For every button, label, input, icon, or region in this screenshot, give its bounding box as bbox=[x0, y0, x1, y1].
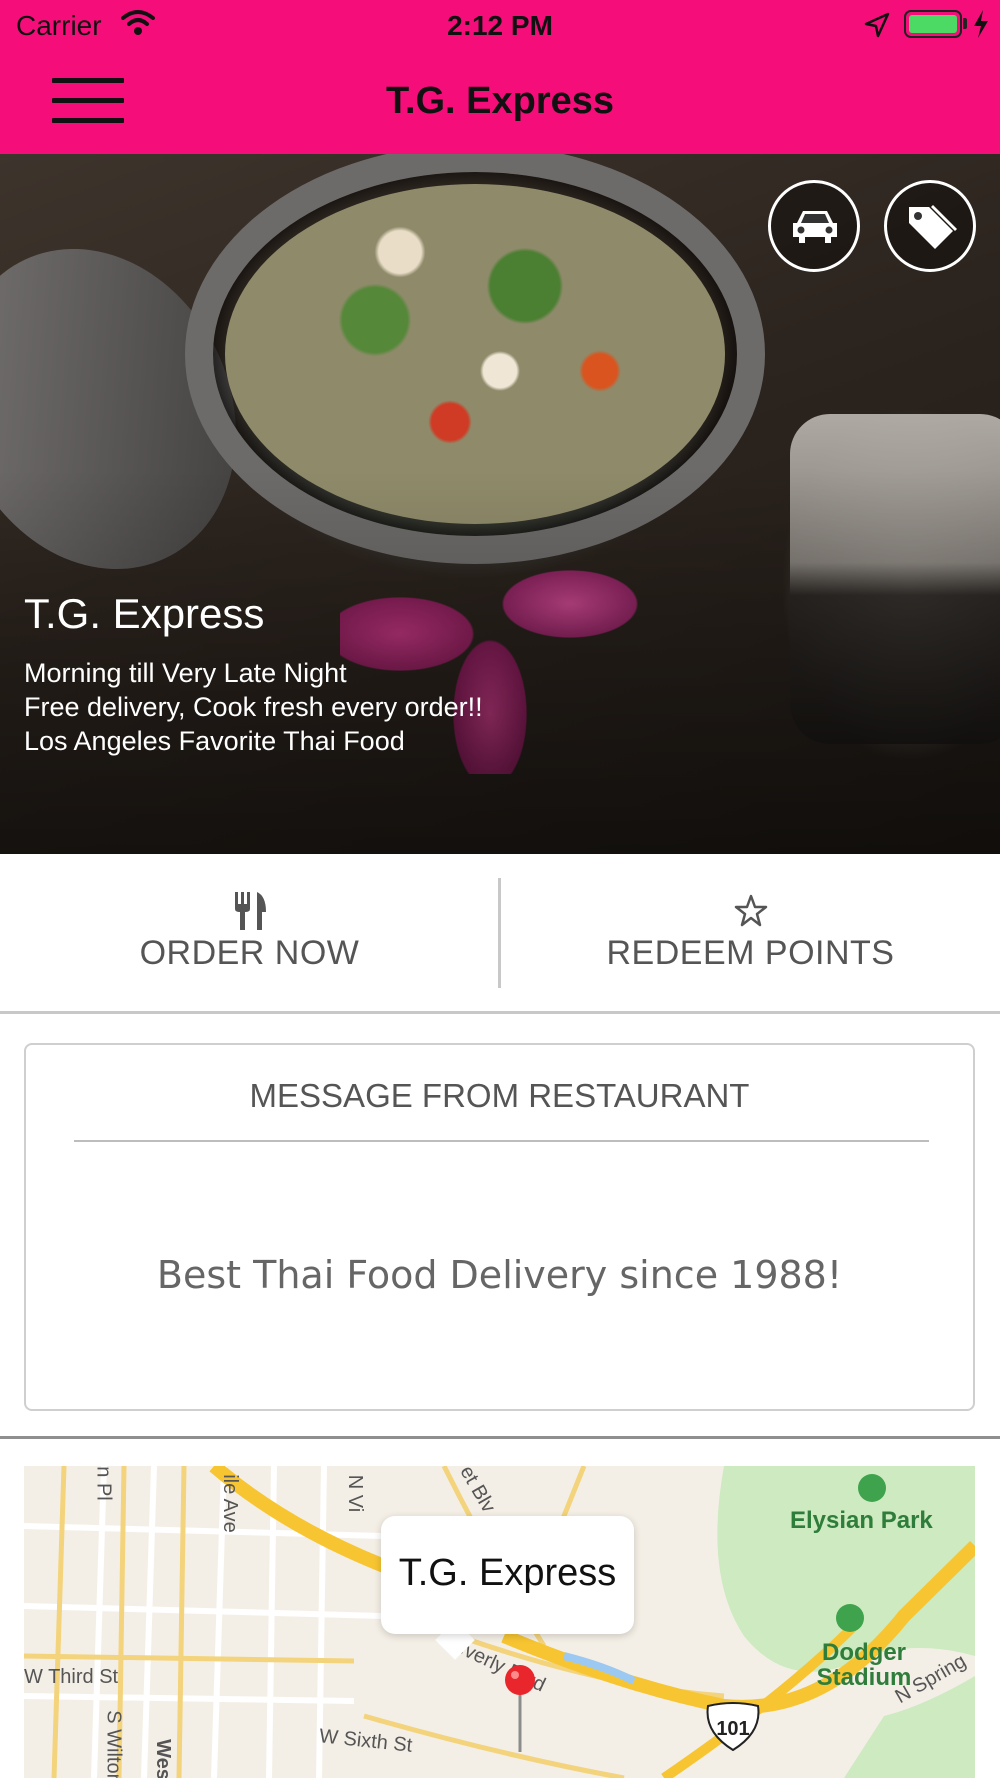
order-now-label: ORDER NOW bbox=[139, 934, 360, 972]
street-label: N Vi bbox=[344, 1474, 367, 1513]
section-divider bbox=[0, 1436, 1000, 1439]
message-card: MESSAGE FROM RESTAURANT Best Thai Food D… bbox=[24, 1043, 975, 1411]
status-time: 2:12 PM bbox=[447, 10, 553, 41]
map-pin-icon[interactable] bbox=[502, 1664, 538, 1754]
hero-line-tagline: Los Angeles Favorite Thai Food bbox=[24, 726, 405, 756]
redeem-points-label: REDEEM POINTS bbox=[606, 934, 895, 972]
deals-button[interactable] bbox=[884, 180, 976, 272]
map-callout[interactable]: T.G. Express bbox=[381, 1516, 634, 1634]
highway-number: 101 bbox=[716, 1718, 749, 1740]
star-icon bbox=[734, 894, 767, 927]
street-label: Wes bbox=[151, 1739, 174, 1778]
map-callout-label: T.G. Express bbox=[398, 1552, 617, 1594]
message-divider bbox=[74, 1140, 929, 1142]
location-map[interactable]: n Pl ile Ave N Vi et Blv W Third St W Si… bbox=[24, 1466, 975, 1778]
hero-line-delivery: Free delivery, Cook fresh every order!! bbox=[24, 692, 483, 722]
action-bar: ORDER NOW REDEEM POINTS bbox=[0, 854, 1000, 1014]
top-bar: Carrier 2:12 PM T.G. Express bbox=[0, 0, 1000, 154]
redeem-points-button[interactable]: REDEEM POINTS bbox=[501, 854, 1000, 1011]
battery-icon bbox=[904, 10, 962, 38]
street-label: n Pl bbox=[92, 1466, 115, 1501]
order-now-button[interactable]: ORDER NOW bbox=[0, 854, 499, 1011]
hero-banner: T.G. Express Morning till Very Late Nigh… bbox=[0, 154, 1000, 854]
tag-icon bbox=[909, 205, 957, 249]
delivery-button[interactable] bbox=[768, 180, 860, 272]
status-bar: Carrier 2:12 PM bbox=[0, 0, 1000, 52]
street-label: ile Ave bbox=[218, 1474, 241, 1533]
street-label: W Third St bbox=[24, 1666, 119, 1688]
highway-shield-icon: 101 bbox=[706, 1702, 760, 1752]
utensils-icon bbox=[234, 892, 266, 930]
message-body: Best Thai Food Delivery since 1988! bbox=[156, 1253, 843, 1297]
charging-bolt-icon bbox=[974, 10, 988, 38]
park-label: Elysian Park bbox=[790, 1507, 933, 1534]
hero-line-hours: Morning till Very Late Night bbox=[24, 658, 347, 688]
car-icon bbox=[793, 211, 837, 243]
hero-title: T.G. Express bbox=[24, 590, 265, 637]
battery-tip bbox=[963, 18, 967, 29]
street-label: S Wilton bbox=[102, 1710, 125, 1778]
page-title: T.G. Express bbox=[385, 80, 615, 122]
park-label: Dodger Stadium bbox=[816, 1639, 912, 1691]
location-arrow-icon bbox=[864, 12, 890, 38]
message-heading: MESSAGE FROM RESTAURANT bbox=[249, 1077, 750, 1114]
